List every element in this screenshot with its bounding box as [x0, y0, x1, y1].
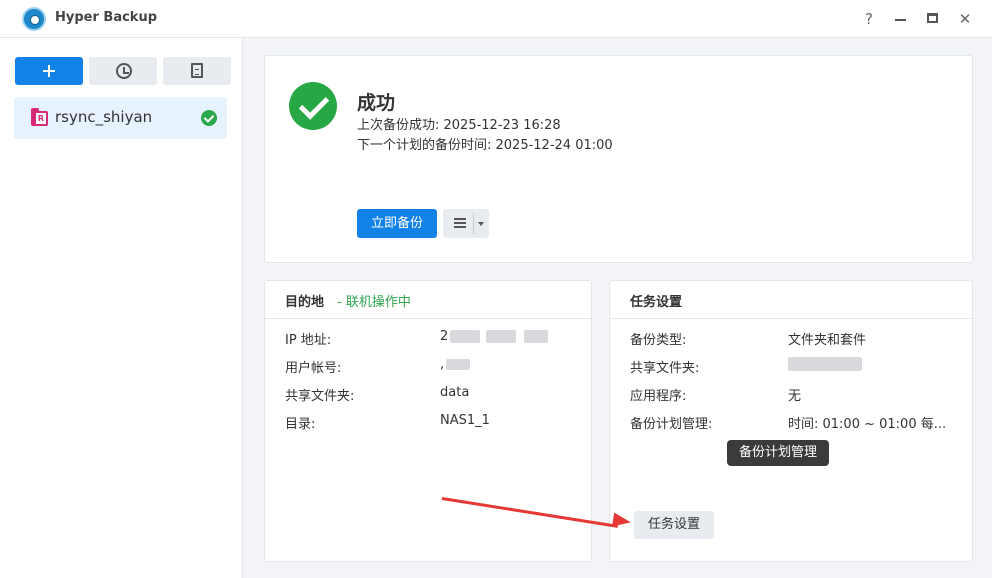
redacted-source-folder [788, 357, 862, 371]
menu-button-divider [473, 213, 474, 234]
username-label: 用户帐号: [285, 361, 342, 376]
task-settings-title: 任务设置 [630, 295, 683, 310]
maximize-icon[interactable] [923, 9, 943, 29]
ip-address-label: IP 地址: [285, 333, 332, 348]
destination-header: 目的地 - 联机操作中 [265, 281, 591, 319]
red-arrow-icon [612, 512, 632, 530]
destination-title: 目的地 [285, 295, 325, 310]
schedule-value: 时间: 01:00 ~ 01:00 每... [788, 417, 947, 432]
action-menu-button[interactable] [443, 209, 489, 238]
help-icon[interactable]: ? [859, 9, 879, 29]
status-title: 成功 [357, 92, 396, 114]
backup-history-button[interactable] [89, 57, 157, 85]
last-backup-text: 上次备份成功: 2025-12-23 16:28 [357, 118, 561, 133]
directory-label: 目录: [285, 417, 316, 432]
hyper-backup-icon [22, 7, 46, 31]
backup-type-value: 文件夹和套件 [788, 333, 867, 348]
destination-card: 目的地 - 联机操作中 IP 地址: 2 用户帐号: , 共享文件夹: data… [264, 280, 592, 562]
next-backup-text: 下一个计划的备份时间: 2025-12-24 01:00 [357, 138, 613, 153]
task-settings-card: 任务设置 备份类型: 文件夹和套件 共享文件夹: 应用程序: 无 备份计划管理:… [609, 280, 973, 562]
shared-folder-label: 共享文件夹: [285, 389, 355, 404]
sidebar-task-rsync-shiyan[interactable]: rsync_shiyan [14, 97, 227, 139]
task-settings-header: 任务设置 [610, 281, 972, 319]
redacted-ip-block-2 [486, 330, 516, 343]
title-bar: Hyper Backup ? ✕ [0, 0, 992, 38]
backup-now-button[interactable]: 立即备份 [357, 209, 437, 238]
document-icon [191, 63, 203, 78]
application-value: 无 [788, 389, 802, 404]
task-label: rsync_shiyan [55, 108, 153, 126]
success-check-icon [201, 110, 217, 126]
destination-status: - 联机操作中 [337, 295, 411, 310]
redacted-ip-block-1 [450, 330, 480, 343]
application-label: 应用程序: [630, 389, 687, 404]
task-settings-button[interactable]: 任务设置 [634, 511, 714, 539]
ip-address-value: 2 [440, 329, 449, 344]
redacted-username [446, 359, 470, 370]
source-folder-label: 共享文件夹: [630, 361, 700, 376]
log-button[interactable] [163, 57, 231, 85]
plus-icon-vertical [48, 65, 50, 77]
menu-icon [454, 218, 466, 228]
add-task-button[interactable] [15, 57, 83, 85]
success-check-icon [289, 82, 337, 130]
app-title: Hyper Backup [55, 10, 158, 25]
chevron-down-icon [478, 222, 484, 226]
schedule-tooltip: 备份计划管理 [727, 440, 829, 466]
directory-value: NAS1_1 [440, 413, 490, 428]
redacted-ip-block-3 [524, 330, 548, 343]
backup-type-label: 备份类型: [630, 333, 687, 348]
schedule-label: 备份计划管理: [630, 417, 713, 432]
history-icon [116, 63, 132, 79]
shared-folder-value: data [440, 385, 470, 400]
sidebar: rsync_shiyan [0, 38, 243, 578]
username-value: , [440, 357, 445, 372]
rsync-folder-icon [31, 108, 48, 126]
backup-status-card: 成功 上次备份成功: 2025-12-23 16:28 下一个计划的备份时间: … [264, 55, 973, 263]
close-icon[interactable]: ✕ [955, 9, 975, 29]
minimize-icon[interactable] [891, 9, 911, 29]
